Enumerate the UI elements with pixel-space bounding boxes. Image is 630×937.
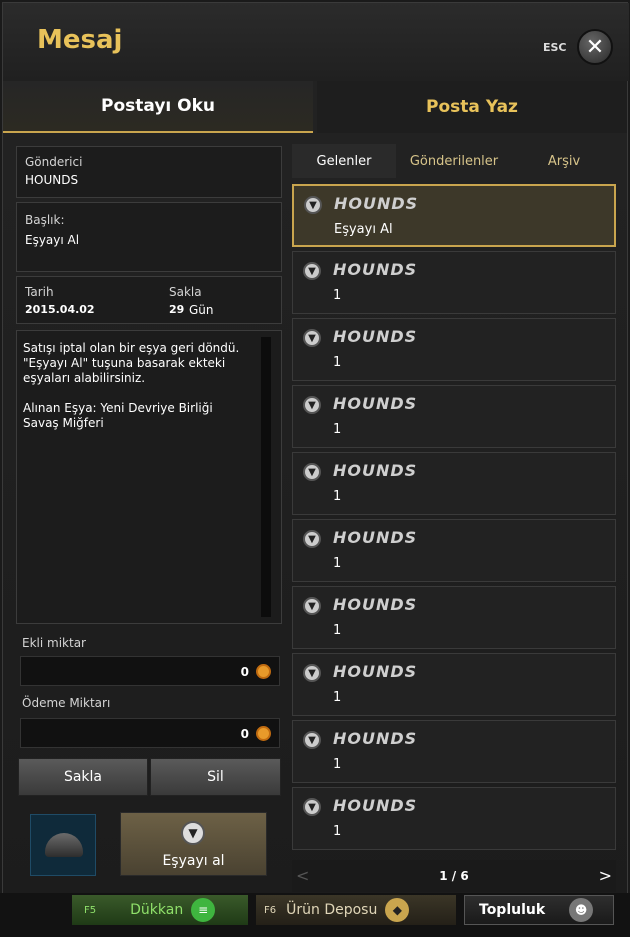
mail-icon: ▼: [303, 463, 321, 481]
mail-item[interactable]: ▼ HOUNDS 1: [292, 586, 616, 649]
close-icon: ✕: [585, 34, 605, 60]
message-body: Satışı iptal olan bir eşya geri döndü. "…: [23, 341, 240, 430]
esc-label: ESC: [543, 41, 567, 54]
mail-item[interactable]: ▼ HOUNDS 1: [292, 385, 616, 448]
mail-icon: ▼: [303, 731, 321, 749]
mail-item[interactable]: ▼ HOUNDS 1: [292, 519, 616, 582]
keep-days: 29: [169, 303, 185, 316]
storage-icon: ◆: [385, 898, 410, 922]
subject-label: Başlık:: [25, 213, 65, 227]
take-item-button[interactable]: ▼ Eşyayı al: [120, 812, 267, 876]
mail-item[interactable]: ▼ HOUNDS 1: [292, 452, 616, 515]
mail-sender: HOUNDS: [333, 528, 418, 547]
window-title: Mesaj: [37, 25, 123, 55]
tab-inbox[interactable]: Gelenler: [292, 144, 396, 178]
mail-sender: HOUNDS: [333, 729, 418, 748]
shop-hotkey: F5: [84, 904, 97, 916]
mail-subject: 1: [333, 489, 342, 504]
mail-sender: HOUNDS: [333, 260, 418, 279]
message-body-box: Satışı iptal olan bir eşya geri döndü. "…: [16, 330, 282, 624]
attached-amount-field: 0: [20, 656, 280, 686]
sender-box: Gönderici HOUNDS: [16, 146, 282, 198]
subject-box: Başlık: Eşyayı Al: [16, 202, 282, 272]
community-label: Topluluk: [479, 902, 546, 918]
mail-icon: ▼: [303, 597, 321, 615]
mail-item[interactable]: ▼ HOUNDS 1: [292, 318, 616, 381]
mail-item[interactable]: ▼ HOUNDS 1: [292, 251, 616, 314]
mail-item[interactable]: ▼ HOUNDS 1: [292, 787, 616, 850]
message-scrollbar[interactable]: [261, 337, 271, 617]
mail-sender: HOUNDS: [333, 394, 418, 413]
tab-read-mail[interactable]: Postayı Oku: [3, 81, 313, 133]
coin-icon: [256, 726, 271, 741]
mail-item[interactable]: ▼ HOUNDS Eşyayı Al: [292, 184, 616, 247]
title-bar: Mesaj ESC ✕: [3, 3, 629, 81]
take-item-label: Eşyayı al: [162, 853, 225, 869]
payment-label: Ödeme Miktarı: [22, 696, 111, 710]
storage-label: Ürün Deposu: [286, 902, 378, 918]
mail-subject: 1: [333, 556, 342, 571]
mail-sender: HOUNDS: [334, 194, 419, 213]
mail-subject: 1: [333, 690, 342, 705]
mail-icon: ▼: [303, 530, 321, 548]
shop-label: Dükkan: [130, 902, 184, 918]
date-label: Tarih: [25, 285, 54, 299]
shop-button[interactable]: F5 Dükkan ≡: [72, 895, 248, 925]
keep-button[interactable]: Sakla: [18, 758, 148, 796]
community-button[interactable]: Topluluk ☻: [464, 895, 614, 925]
shop-icon: ≡: [191, 898, 216, 922]
item-slot[interactable]: [30, 814, 96, 876]
mail-subject: 1: [333, 757, 342, 772]
storage-button[interactable]: F6 Ürün Deposu ◆: [256, 895, 456, 925]
mail-icon: ▼: [304, 196, 322, 214]
main-tabs: Postayı Oku Posta Yaz: [3, 81, 629, 133]
mail-subject: Eşyayı Al: [334, 222, 393, 237]
coin-icon: [256, 664, 271, 679]
attached-amount-value: 0: [240, 665, 249, 679]
bottom-bar: F5 Dükkan ≡ F6 Ürün Deposu ◆ Topluluk ☻: [0, 893, 630, 937]
mail-sender: HOUNDS: [333, 662, 418, 681]
close-button[interactable]: ✕: [577, 29, 613, 65]
mail-icon: ▼: [303, 329, 321, 347]
mail-icon: ▼: [303, 798, 321, 816]
tab-write-mail[interactable]: Posta Yaz: [317, 81, 627, 133]
mail-sender: HOUNDS: [333, 461, 418, 480]
mail-subject: 1: [333, 355, 342, 370]
mail-icon: ▼: [303, 262, 321, 280]
mail-subject: 1: [333, 824, 342, 839]
tab-archive[interactable]: Arşiv: [512, 144, 616, 178]
page-indicator: 1 / 6: [439, 869, 469, 883]
helmet-icon: [45, 833, 83, 857]
sender-value: HOUNDS: [25, 173, 79, 187]
attached-label: Ekli miktar: [22, 636, 86, 650]
mail-icon: ▼: [303, 396, 321, 414]
storage-hotkey: F6: [264, 904, 277, 916]
mail-subject: 1: [333, 288, 342, 303]
keep-label: Sakla: [169, 285, 202, 299]
community-icon: ☻: [569, 898, 594, 922]
date-box: Tarih 2015.04.02 Sakla 29 Gün: [16, 276, 282, 324]
next-page-button[interactable]: >: [586, 866, 612, 886]
keep-unit: Gün: [189, 303, 214, 317]
mail-subject: 1: [333, 422, 342, 437]
mail-sender: HOUNDS: [333, 796, 418, 815]
mail-item[interactable]: ▼ HOUNDS 1: [292, 653, 616, 716]
pagination: < 1 / 6 >: [292, 860, 616, 892]
date-value: 2015.04.02: [25, 303, 95, 316]
mail-sender: HOUNDS: [333, 327, 418, 346]
sender-label: Gönderici: [25, 155, 83, 169]
payment-amount-field: 0: [20, 718, 280, 748]
download-icon: ▼: [181, 821, 205, 845]
tab-sent[interactable]: Gönderilenler: [398, 144, 510, 178]
payment-amount-value: 0: [240, 727, 249, 741]
subject-value: Eşyayı Al: [25, 233, 80, 247]
delete-button[interactable]: Sil: [150, 758, 281, 796]
mail-icon: ▼: [303, 664, 321, 682]
mail-subject: 1: [333, 623, 342, 638]
mail-item[interactable]: ▼ HOUNDS 1: [292, 720, 616, 783]
mail-sender: HOUNDS: [333, 595, 418, 614]
